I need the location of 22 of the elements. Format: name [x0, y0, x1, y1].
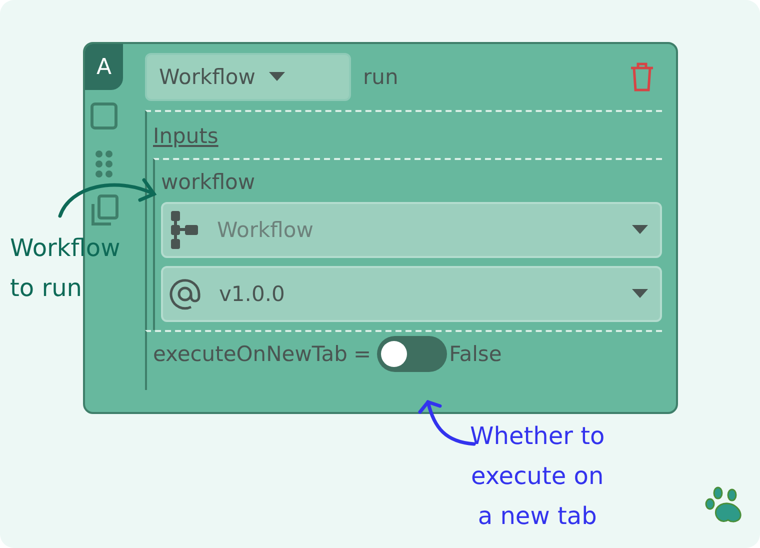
trash-icon[interactable]	[630, 62, 654, 92]
copy-icon[interactable]	[89, 194, 119, 228]
caret-icon	[269, 72, 286, 82]
caret-icon	[632, 225, 648, 235]
toggle-value: False	[449, 342, 502, 366]
select-field[interactable]: Workflow	[161, 202, 662, 258]
drag-handle-icon[interactable]	[95, 150, 113, 178]
caret-icon	[632, 289, 648, 299]
block-badge: A	[85, 44, 123, 90]
at-sign-icon	[169, 278, 201, 310]
input-label: executeOnNewTab	[153, 342, 348, 366]
equals-sign: =	[353, 342, 372, 366]
toggle-switch[interactable]	[377, 336, 448, 372]
inputs-heading: Inputs	[153, 124, 218, 148]
block-name: run	[363, 65, 398, 89]
paw-icon	[705, 486, 742, 522]
input-label: workflow	[161, 170, 256, 194]
hierarchy-icon	[169, 210, 199, 250]
annotation-text: Whether to execute on a new tab	[470, 421, 605, 532]
select-field[interactable]: v1.0.0	[161, 266, 662, 322]
checkbox-icon[interactable]	[90, 102, 118, 130]
block-type-dropdown[interactable]: Workflow	[145, 53, 351, 101]
